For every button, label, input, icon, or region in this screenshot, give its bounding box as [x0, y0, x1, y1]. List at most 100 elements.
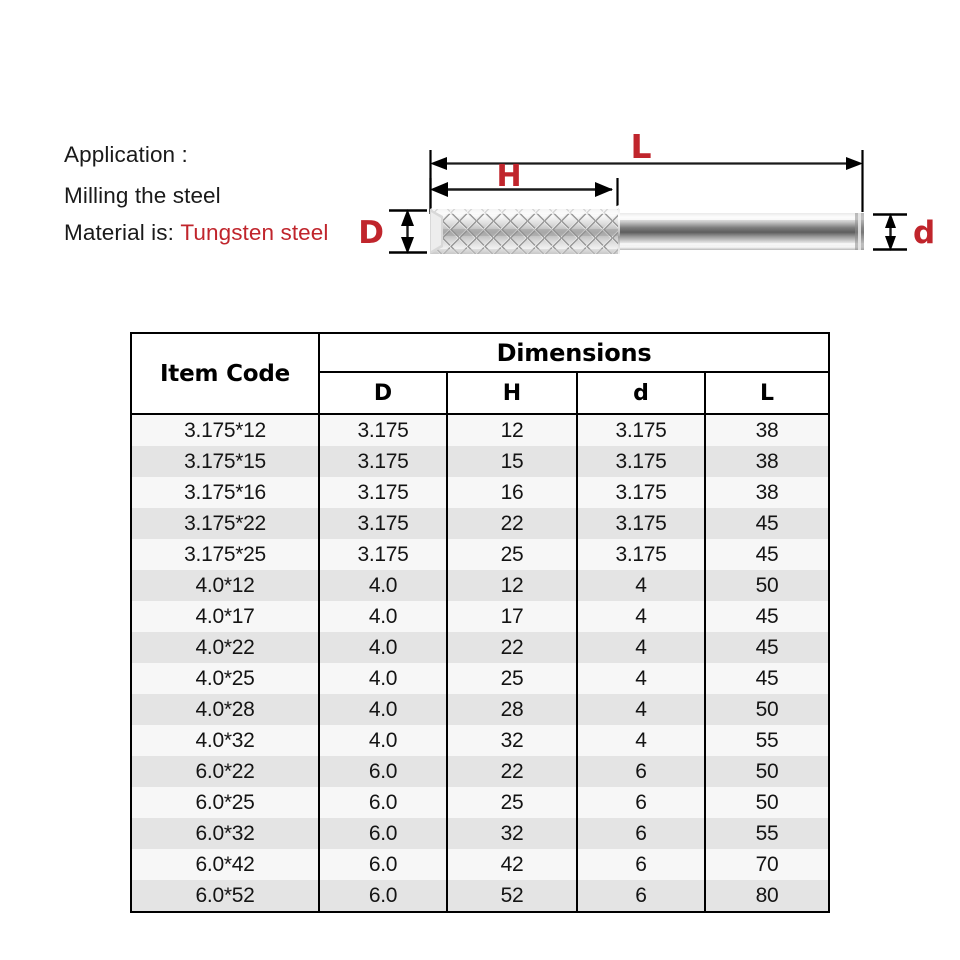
cell-L: 50 — [703, 570, 831, 601]
cell-item-code: 6.0*25 — [130, 787, 320, 818]
cell-D: 6.0 — [318, 787, 448, 818]
cell-L: 55 — [703, 818, 831, 849]
cell-item-code: 4.0*32 — [130, 725, 320, 756]
cell-d: 3.175 — [576, 477, 706, 508]
cell-d: 3.175 — [576, 414, 706, 446]
cell-H: 22 — [446, 508, 578, 539]
cell-item-code: 3.175*15 — [130, 446, 320, 477]
cell-D: 4.0 — [318, 632, 448, 663]
table-row: 3.175*22 3.175 22 3.175 45 — [130, 508, 831, 539]
cell-H: 12 — [446, 570, 578, 601]
cell-L: 45 — [703, 601, 831, 632]
cell-L: 50 — [703, 787, 831, 818]
table-row: 3.175*12 3.175 12 3.175 38 — [130, 414, 831, 446]
dimension-line-d — [873, 213, 907, 251]
cell-L: 70 — [703, 849, 831, 880]
specification-table: Item Code Dimensions D H d L 3.175*12 3.1… — [130, 332, 831, 913]
table-row: 4.0*25 4.0 25 4 45 — [130, 663, 831, 694]
cell-L: 50 — [703, 756, 831, 787]
cell-H: 25 — [446, 787, 578, 818]
cell-L: 38 — [703, 446, 831, 477]
table-row: 3.175*16 3.175 16 3.175 38 — [130, 477, 831, 508]
cell-L: 45 — [703, 663, 831, 694]
table-row: 6.0*42 6.0 42 6 70 — [130, 849, 831, 880]
cell-D: 3.175 — [318, 508, 448, 539]
cell-d: 6 — [576, 818, 706, 849]
header-dimensions: Dimensions — [317, 332, 831, 373]
table-row: 4.0*22 4.0 22 4 45 — [130, 632, 831, 663]
cell-H: 52 — [446, 880, 578, 913]
cell-item-code: 6.0*32 — [130, 818, 320, 849]
cell-D: 6.0 — [318, 880, 448, 913]
cell-L: 50 — [703, 694, 831, 725]
cell-item-code: 6.0*22 — [130, 756, 320, 787]
tool-shank — [614, 213, 864, 250]
cell-D: 3.175 — [318, 446, 448, 477]
cell-d: 3.175 — [576, 446, 706, 477]
cell-H: 16 — [446, 477, 578, 508]
table-row: 6.0*22 6.0 22 6 50 — [130, 756, 831, 787]
table-row: 4.0*32 4.0 32 4 55 — [130, 725, 831, 756]
cell-D: 4.0 — [318, 601, 448, 632]
cell-d: 4 — [576, 663, 706, 694]
cell-d: 6 — [576, 787, 706, 818]
cell-d: 3.175 — [576, 508, 706, 539]
cell-item-code: 6.0*52 — [130, 880, 320, 913]
cell-H: 32 — [446, 818, 578, 849]
header-item-code: Item Code — [130, 332, 320, 415]
table-header-row-top: Item Code Dimensions — [130, 332, 831, 415]
cell-L: 80 — [703, 880, 831, 913]
header-col-L: L — [703, 371, 831, 415]
cell-item-code: 4.0*28 — [130, 694, 320, 725]
cell-D: 4.0 — [318, 663, 448, 694]
cell-item-code: 4.0*25 — [130, 663, 320, 694]
cell-D: 3.175 — [318, 539, 448, 570]
cell-L: 45 — [703, 632, 831, 663]
header-col-H: H — [446, 371, 578, 415]
cell-H: 42 — [446, 849, 578, 880]
table-row: 3.175*25 3.175 25 3.175 45 — [130, 539, 831, 570]
cell-H: 32 — [446, 725, 578, 756]
cell-d: 4 — [576, 694, 706, 725]
table-row: 4.0*28 4.0 28 4 50 — [130, 694, 831, 725]
cell-L: 45 — [703, 508, 831, 539]
label-D: D — [358, 215, 384, 251]
cell-D: 4.0 — [318, 725, 448, 756]
cell-D: 4.0 — [318, 570, 448, 601]
cell-item-code: 3.175*22 — [130, 508, 320, 539]
cell-D: 4.0 — [318, 694, 448, 725]
table-row: 4.0*12 4.0 12 4 50 — [130, 570, 831, 601]
cell-d: 4 — [576, 570, 706, 601]
table-body: 3.175*12 3.175 12 3.175 38 3.175*15 3.175 15 3.… — [130, 414, 831, 913]
cell-H: 22 — [446, 756, 578, 787]
cell-item-code: 4.0*17 — [130, 601, 320, 632]
cell-d: 6 — [576, 756, 706, 787]
cell-L: 55 — [703, 725, 831, 756]
cell-item-code: 4.0*22 — [130, 632, 320, 663]
cell-D: 3.175 — [318, 477, 448, 508]
tool-cutting-flutes — [430, 205, 623, 258]
cell-H: 12 — [446, 414, 578, 446]
cell-d: 6 — [576, 849, 706, 880]
cell-L: 45 — [703, 539, 831, 570]
cell-item-code: 4.0*12 — [130, 570, 320, 601]
cell-d: 4 — [576, 632, 706, 663]
cell-L: 38 — [703, 477, 831, 508]
cell-D: 6.0 — [318, 756, 448, 787]
table-row: 6.0*32 6.0 32 6 55 — [130, 818, 831, 849]
label-d: d — [913, 215, 935, 251]
cell-item-code: 6.0*42 — [130, 849, 320, 880]
end-mill-diagram: L H D d — [0, 0, 960, 300]
table-row: 4.0*17 4.0 17 4 45 — [130, 601, 831, 632]
cell-d: 4 — [576, 601, 706, 632]
cell-d: 4 — [576, 725, 706, 756]
cell-H: 17 — [446, 601, 578, 632]
cell-D: 6.0 — [318, 818, 448, 849]
cell-H: 15 — [446, 446, 578, 477]
cell-d: 3.175 — [576, 539, 706, 570]
cell-H: 25 — [446, 663, 578, 694]
cell-D: 6.0 — [318, 849, 448, 880]
header-col-d: d — [576, 371, 706, 415]
cell-item-code: 3.175*12 — [130, 414, 320, 446]
cell-H: 22 — [446, 632, 578, 663]
